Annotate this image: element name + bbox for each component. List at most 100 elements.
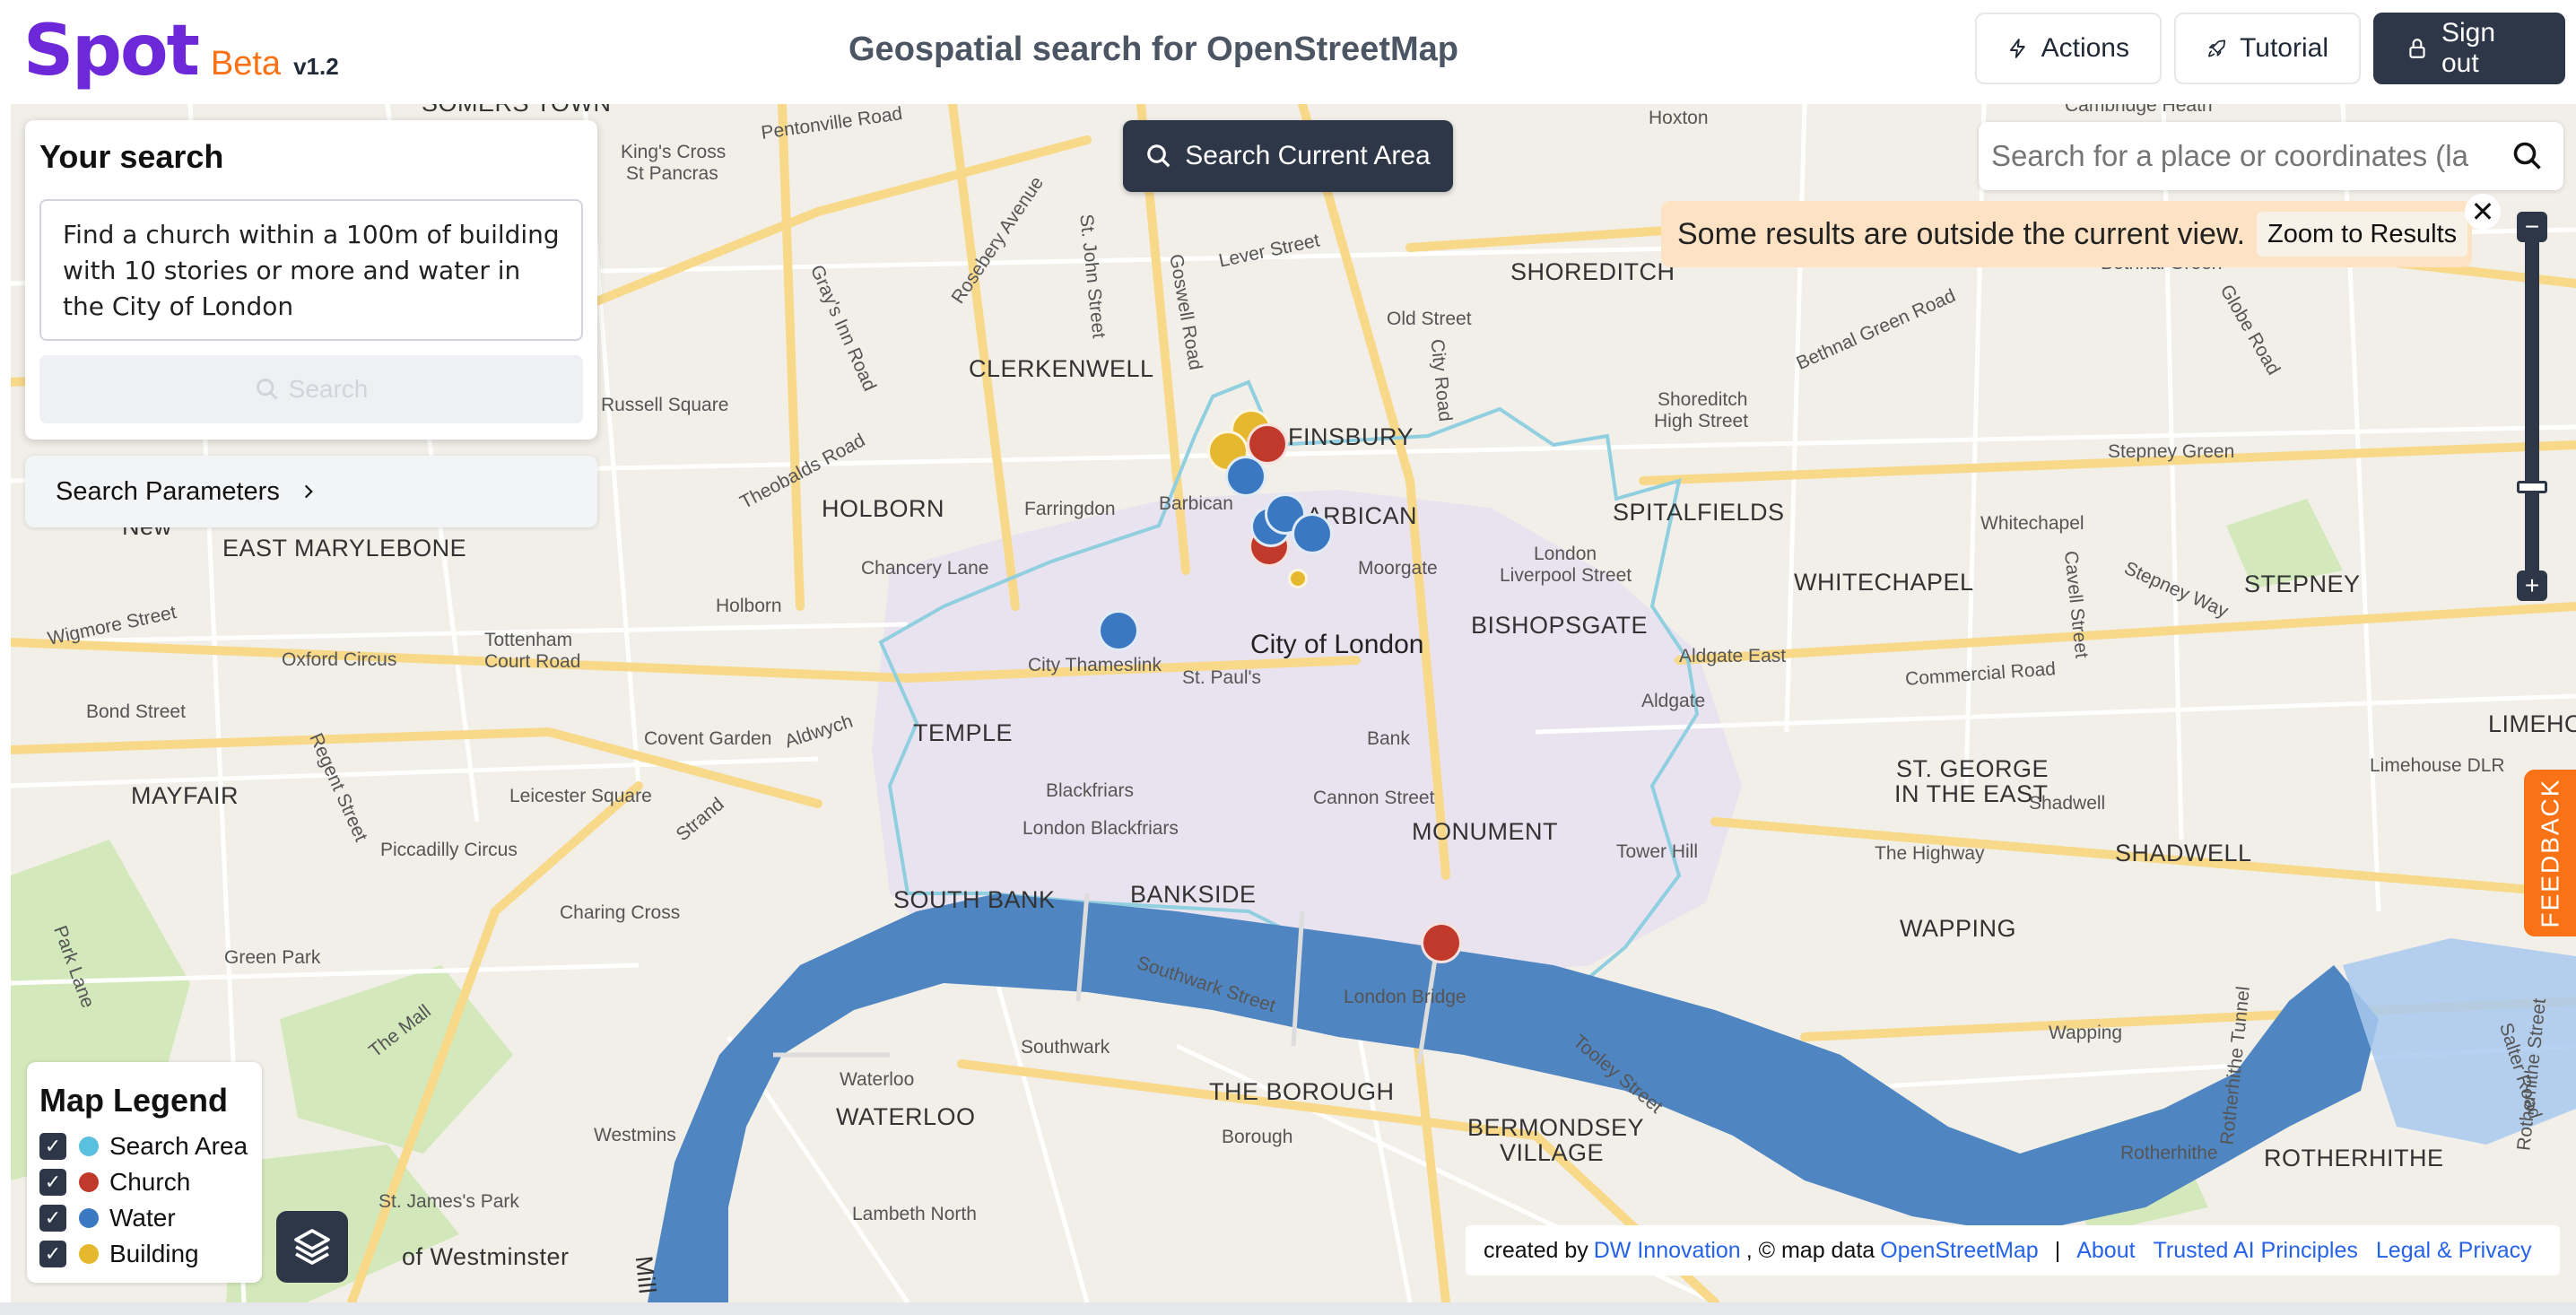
feedback-tab[interactable]: FEEDBACK (2524, 770, 2576, 936)
map-label-whitechapel-station: Whitechapel (1980, 513, 2084, 534)
map-label-kings-cross: King's Cross (621, 142, 727, 162)
map-label-borough: Borough (1222, 1127, 1293, 1147)
map-label-in-the-east: IN THE EAST (1894, 780, 2049, 807)
search-parameters-toggle[interactable]: Search Parameters (25, 456, 597, 527)
zoom-track[interactable] (2525, 230, 2539, 588)
map-label-limehouse: LIMEHOU (2488, 710, 2576, 737)
marker-church[interactable] (1421, 922, 1462, 963)
dw-innovation-link[interactable]: DW Innovation (1594, 1238, 1741, 1264)
openstreetmap-link[interactable]: OpenStreetMap (1880, 1238, 2039, 1264)
map-label-limehouse-dlr: Limehouse DLR (2370, 755, 2505, 776)
search-heading: Your search (39, 138, 224, 175)
map-label-southwark: Southwark (1021, 1037, 1110, 1058)
layers-icon (294, 1229, 330, 1265)
actions-button[interactable]: Actions (1975, 13, 2162, 84)
map-label-leicester-square: Leicester Square (509, 786, 652, 806)
trusted-ai-link[interactable]: Trusted AI Principles (2154, 1238, 2358, 1264)
marker-water[interactable] (1225, 456, 1266, 497)
map-label-stepney: STEPNEY (2244, 570, 2361, 597)
rocket-icon (2208, 39, 2226, 57)
map-label-st-george: ST. GEORGE (1896, 755, 2049, 782)
map-label-charing-cross: Charing Cross (560, 902, 681, 923)
map-label-covent-garden: Covent Garden (644, 728, 772, 749)
map-label-stepney-green: Stepney Green (2108, 441, 2235, 462)
zoom-thumb[interactable] (2517, 481, 2547, 493)
swatch-search-area (79, 1136, 99, 1156)
feedback-label: FEEDBACK (2536, 778, 2563, 928)
search-icon (1147, 144, 1171, 168)
map-label-holborn-station: Holborn (716, 596, 782, 616)
zoom-to-results-button[interactable]: Zoom to Results (2257, 212, 2468, 257)
legend-label: Water (109, 1204, 176, 1232)
map-label-london: London (1534, 544, 1597, 564)
map-label-mayfair: MAYFAIR (131, 782, 239, 809)
place-search-input[interactable] (1979, 139, 2481, 173)
map-label-tottenham: Tottenham (484, 630, 573, 650)
map-legend: Map Legend ✓ Search Area ✓ Church ✓ Wate… (27, 1062, 262, 1283)
legal-privacy-link[interactable]: Legal & Privacy (2376, 1238, 2532, 1264)
search-icon (256, 379, 278, 400)
zoom-slider[interactable]: − + (2517, 212, 2547, 608)
map-label-bond-street: Bond Street (86, 701, 186, 722)
map-label-hoxton: Hoxton (1649, 108, 1709, 128)
results-outside-notice: Some results are outside the current vie… (1661, 201, 2472, 267)
legend-item-water[interactable]: ✓ Water (39, 1200, 249, 1236)
map-label-waterloo-station: Waterloo (840, 1069, 915, 1090)
map-label-rotherhithe-station: Rotherhithe (2120, 1143, 2218, 1163)
search-icon[interactable] (2511, 140, 2544, 172)
sign-out-label: Sign out (2441, 18, 2495, 78)
map-label-bermondsey: BERMONDSEY (1467, 1114, 1645, 1141)
map-data-text: , © map data (1745, 1237, 1875, 1263)
marker-water[interactable] (1292, 513, 1333, 554)
about-link[interactable]: About (2076, 1238, 2135, 1264)
map-label-st-pancras: St Pancras (626, 163, 718, 184)
zoom-in-button[interactable]: + (2517, 570, 2547, 601)
separator: | (2054, 1237, 2061, 1263)
checkbox[interactable]: ✓ (39, 1133, 66, 1160)
zoom-out-button[interactable]: − (2517, 212, 2547, 242)
map-label-cambridge-heath: Cambridge Heath (2065, 104, 2213, 116)
map-label-monument: MONUMENT (1412, 818, 1558, 845)
map-label-temple: TEMPLE (913, 719, 1014, 746)
search-current-area-button[interactable]: Search Current Area (1123, 120, 1453, 192)
tutorial-button[interactable]: Tutorial (2174, 13, 2361, 84)
query-textarea[interactable]: Find a church within a 100m of building … (39, 199, 583, 341)
app-logo[interactable]: Spot Beta v1.2 (23, 11, 339, 91)
legend-item-building[interactable]: ✓ Building (39, 1236, 249, 1272)
map-label-westminster: of Westminster (402, 1243, 570, 1270)
map-label-lambeth-north: Lambeth North (852, 1204, 977, 1224)
map-label-shadwell-station: Shadwell (2029, 793, 2106, 814)
map-label-st-pauls: St. Paul's (1182, 667, 1262, 688)
map-attribution: created by DW Innovation , © map data Op… (1466, 1225, 2560, 1276)
map-label-holborn: HOLBORN (822, 495, 945, 522)
marker-water[interactable] (1098, 610, 1139, 651)
search-current-area-label: Search Current Area (1185, 141, 1431, 170)
map-label-russell-square: Russell Square (601, 395, 729, 415)
search-button[interactable]: Search (39, 355, 583, 423)
layers-button[interactable] (276, 1211, 348, 1283)
legend-item-church[interactable]: ✓ Church (39, 1164, 249, 1200)
marker-building[interactable] (1288, 569, 1308, 588)
map-label-aldgate-east: Aldgate East (1679, 646, 1787, 666)
sign-out-button[interactable]: Sign out (2373, 13, 2565, 84)
map-label-city-of-london: City of London (1250, 630, 1424, 659)
map-label-liverpool-street: Liverpool Street (1500, 565, 1632, 586)
checkbox[interactable]: ✓ (39, 1169, 66, 1196)
map-label-old-street: Old Street (1387, 309, 1472, 329)
map-label-london-blackfriars: London Blackfriars (1023, 818, 1179, 839)
map-label-south-bank: SOUTH BANK (893, 886, 1056, 913)
close-icon[interactable]: ✕ (2465, 194, 2501, 230)
legend-item-search-area[interactable]: ✓ Search Area (39, 1128, 249, 1164)
search-button-label: Search (288, 375, 369, 403)
search-panel: Your search Find a church within a 100m … (25, 120, 597, 440)
checkbox[interactable]: ✓ (39, 1241, 66, 1267)
map-label-waterloo: WATERLOO (836, 1103, 976, 1130)
map-label-piccadilly-circus: Piccadilly Circus (380, 840, 518, 860)
checkbox[interactable]: ✓ (39, 1205, 66, 1232)
notice-text: Some results are outside the current vie… (1677, 216, 2246, 251)
beta-badge: Beta (210, 45, 282, 83)
map-label-clerkenwell: CLERKENWELL (969, 355, 1154, 382)
swatch-water (79, 1208, 99, 1228)
map-label-mill: Mill (630, 1254, 661, 1296)
map-label-shoreditch-station: Shoreditch (1658, 389, 1748, 410)
